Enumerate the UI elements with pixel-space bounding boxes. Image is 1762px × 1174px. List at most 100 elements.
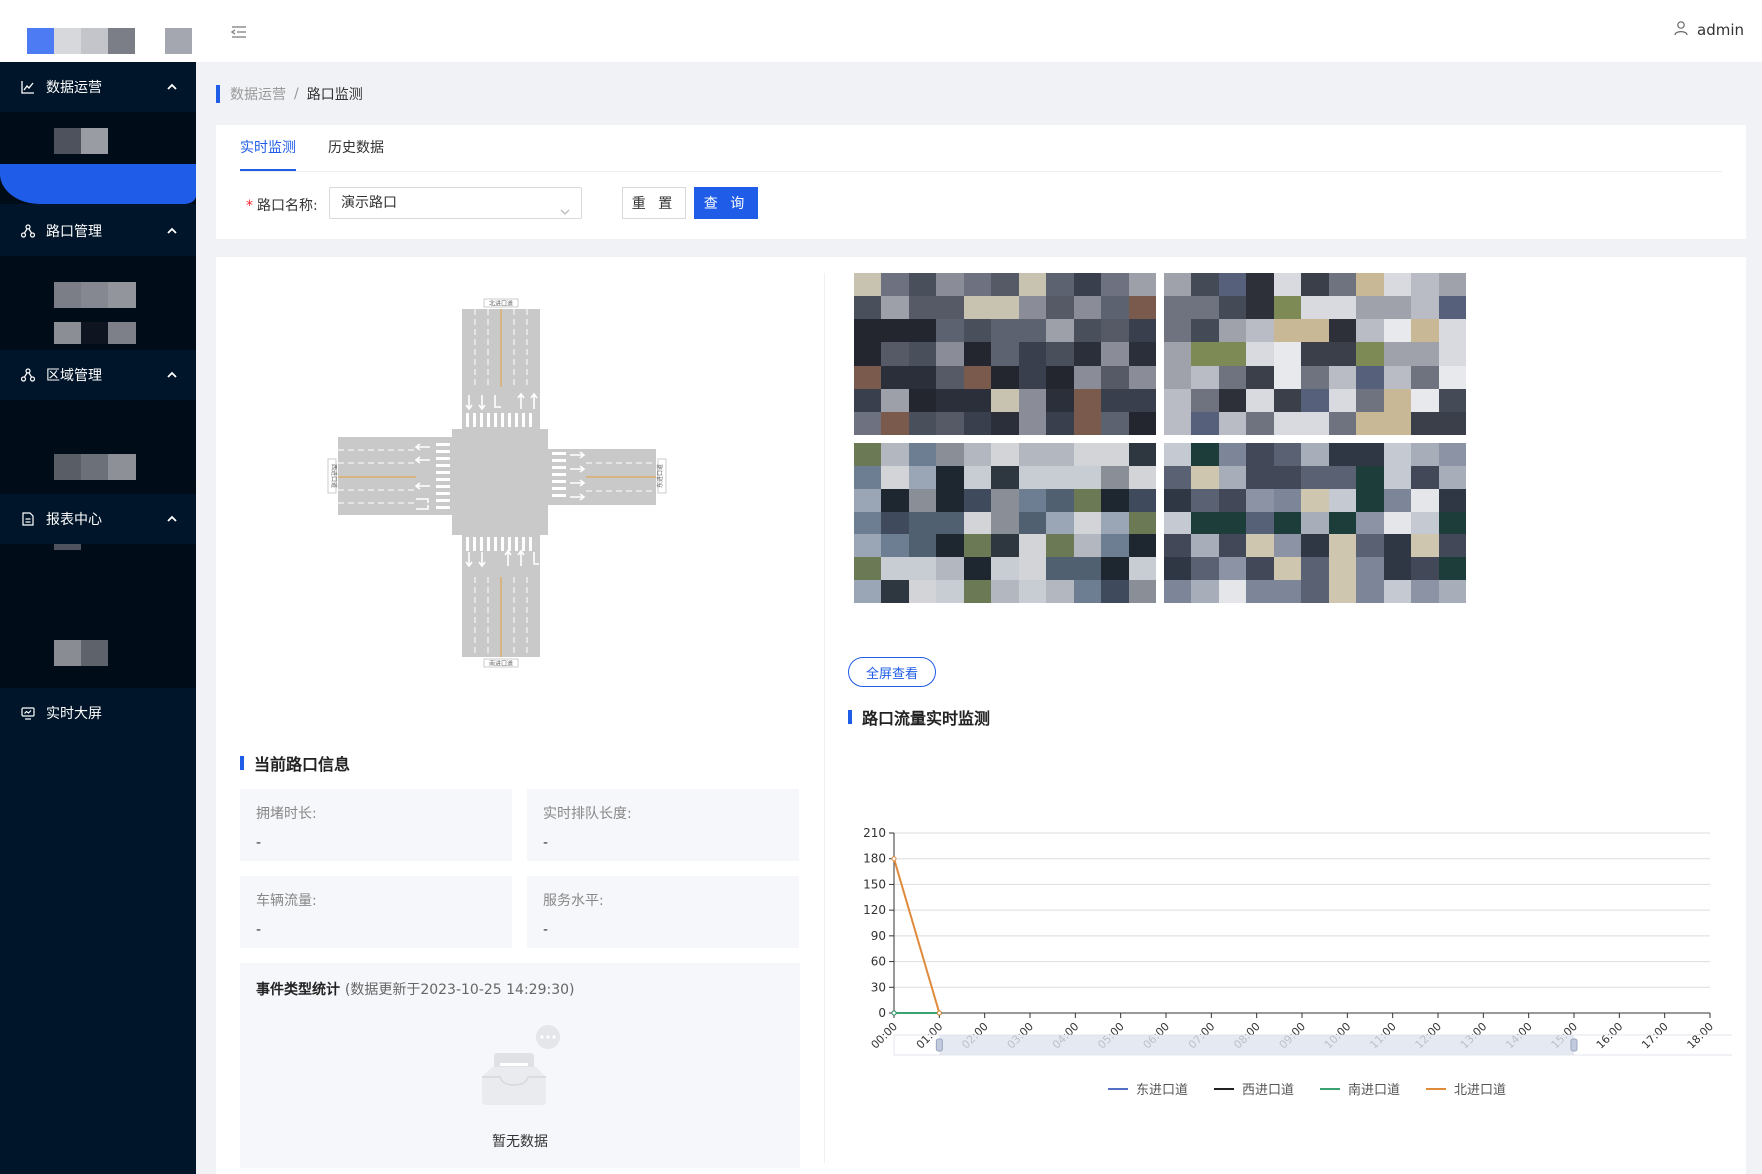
camera-pixel-block [1218, 488, 1247, 512]
sidebar-group-area[interactable]: 区域管理 [0, 350, 196, 400]
legend-label[interactable]: 东进口道 [1136, 1083, 1188, 1098]
camera-feed-2[interactable] [1164, 273, 1466, 435]
sidebar-item-reports-1[interactable] [0, 544, 196, 584]
camera-pixel-block [1101, 273, 1129, 297]
camera-pixel-block [1411, 465, 1439, 489]
sidebar-group-intersection[interactable]: 路口管理 [0, 206, 196, 256]
camera-pixel-block [1073, 273, 1102, 297]
camera-pixel-block [991, 273, 1019, 297]
intersection-select[interactable]: 演示路口 [329, 187, 582, 219]
label-text: 路口名称: [257, 198, 318, 214]
camera-pixel-block [1164, 388, 1192, 412]
camera-pixel-block [936, 342, 964, 366]
reset-button[interactable]: 重 置 [622, 187, 686, 219]
user-icon [1673, 20, 1697, 40]
camera-pixel-block [1128, 488, 1156, 512]
camera-feed-1[interactable] [854, 273, 1156, 435]
camera-pixel-block [1073, 443, 1102, 466]
camera-pixel-block [963, 342, 992, 366]
query-button[interactable]: 查 询 [694, 187, 758, 219]
sidebar-item-area-1[interactable] [0, 450, 196, 490]
camera-pixel-block [1301, 465, 1329, 489]
sidebar-item-reports-2[interactable] [0, 640, 196, 680]
sidebar-group-data-ops[interactable]: 数据运营 [0, 62, 196, 112]
user-menu[interactable]: admin [1673, 20, 1744, 40]
data-zoom-handle [1570, 1038, 1578, 1052]
sidebar-item-data-ops-1[interactable] [0, 120, 196, 160]
camera-pixel-block [1128, 273, 1156, 297]
camera-pixel-block [1218, 465, 1247, 489]
tab-history[interactable]: 历史数据 [328, 125, 384, 171]
top-header: admin [0, 0, 1762, 62]
camera-pixel-block [1301, 534, 1329, 558]
camera-pixel-block [1246, 488, 1274, 512]
vehicle-flow-card: 车辆流量: - [240, 876, 512, 948]
chevron-up-icon [166, 369, 178, 381]
breadcrumb-separator: / [294, 86, 299, 102]
camera-pixel-block [1301, 319, 1329, 343]
breadcrumb-parent[interactable]: 数据运营 [230, 84, 286, 104]
camera-pixel-block [1164, 411, 1192, 435]
camera-pixel-block [908, 580, 937, 603]
camera-pixel-block [854, 342, 882, 366]
camera-pixel-block [963, 465, 992, 489]
camera-pixel-block [1018, 319, 1047, 343]
camera-pixel-block [1301, 342, 1329, 366]
camera-pixel-block [1046, 534, 1074, 558]
menu-fold-icon[interactable] [230, 24, 248, 40]
camera-pixel-block [908, 273, 937, 297]
camera-pixel-block [936, 365, 964, 389]
legend-label[interactable]: 北进口道 [1454, 1083, 1506, 1098]
intersection-select-value: 演示路口 [341, 195, 397, 211]
camera-pixel-block [854, 411, 882, 435]
camera-feed-4[interactable] [1164, 443, 1466, 603]
sidebar-group-reports[interactable]: 报表中心 [0, 494, 196, 544]
camera-pixel-block [1046, 388, 1074, 412]
sidebar-item-intersection-2[interactable] [0, 312, 196, 352]
camera-pixel-block [1411, 580, 1439, 603]
camera-pixel-block [963, 319, 992, 343]
camera-pixel-block [1438, 411, 1466, 435]
camera-pixel-block [1273, 296, 1302, 320]
sidebar-group-label: 报表中心 [46, 512, 102, 528]
camera-pixel-block [1328, 580, 1357, 603]
camera-pixel-block [963, 511, 992, 535]
user-name: admin [1697, 21, 1744, 39]
legend-label[interactable]: 南进口道 [1348, 1082, 1400, 1098]
camera-pixel-block [1101, 411, 1129, 435]
camera-pixel-block [963, 365, 992, 389]
camera-pixel-block [881, 488, 909, 512]
sidebar-item-data-ops-active[interactable] [0, 164, 196, 204]
y-tick-label: 180 [863, 852, 886, 866]
camera-pixel-block [1018, 365, 1047, 389]
camera-pixel-block [1164, 296, 1192, 320]
fullscreen-button[interactable]: 全屏查看 [848, 657, 936, 687]
camera-pixel-block [1383, 319, 1412, 343]
camera-pixel-block [1046, 580, 1074, 603]
y-tick-label: 210 [863, 826, 886, 840]
sidebar-item-label: 实时大屏 [46, 706, 102, 722]
camera-pixel-block [1438, 488, 1466, 512]
congestion-duration-label: 拥堵时长: [256, 806, 317, 822]
service-level-label: 服务水平: [543, 893, 604, 909]
camera-pixel-block [1273, 557, 1302, 581]
camera-pixel-block [1164, 443, 1192, 466]
breadcrumb-current: 路口监测 [306, 87, 363, 103]
camera-pixel-block [1046, 488, 1074, 512]
sidebar-item-screen[interactable]: 实时大屏 [0, 688, 196, 738]
tab-realtime[interactable]: 实时监测 [240, 125, 296, 171]
app-logo-text [165, 28, 192, 54]
camera-pixel-block [1164, 580, 1192, 603]
legend-label[interactable]: 西进口道 [1242, 1083, 1294, 1098]
camera-pixel-block [1046, 443, 1074, 466]
camera-pixel-block [936, 411, 964, 435]
sidebar-item-intersection-1[interactable] [0, 264, 196, 308]
camera-pixel-block [963, 296, 992, 320]
camera-feed-3[interactable] [854, 443, 1156, 603]
y-tick-label: 120 [863, 903, 886, 917]
submenu-data-ops [0, 112, 196, 204]
camera-pixel-block [1273, 443, 1302, 466]
flow-title-text: 路口流量实时监测 [862, 709, 991, 728]
camera-pixel-block [1073, 557, 1102, 581]
camera-pixel-block [1073, 488, 1102, 512]
